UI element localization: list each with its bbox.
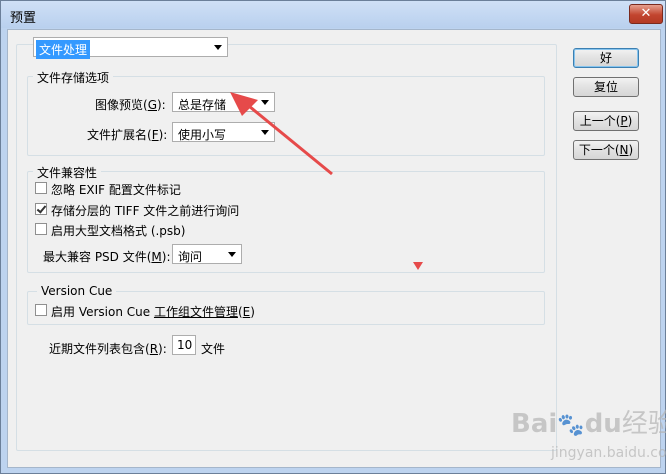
max-psd-label: 最大兼容 PSD 文件(M): [43, 250, 171, 264]
ok-button[interactable]: 好 [573, 48, 639, 68]
file-save-options-label: 文件存储选项 [33, 69, 114, 86]
close-icon: ✕ [640, 6, 652, 21]
annotation-triangle [413, 262, 423, 270]
title-bar[interactable]: 预置 ✕ [1, 1, 665, 28]
reset-button[interactable]: 复位 [573, 77, 639, 97]
ask-tiff-layers-checkbox[interactable] [35, 203, 47, 215]
version-cue-label: Version Cue [37, 284, 117, 298]
file-compatibility-label: 文件兼容性 [33, 164, 102, 181]
preferences-window: 预置 ✕ 文件处理 文件存储选项 图像预览(G): 总是存储 文件扩展名(F):… [0, 0, 666, 474]
baidu-watermark: Bai🐾du经验 jingyan.baidu.com [511, 409, 666, 461]
next-button[interactable]: 下一个(N) [573, 140, 639, 160]
image-preview-label: 图像预览(G): [95, 98, 166, 112]
recent-files-label: 近期文件列表包含(R): [49, 342, 167, 356]
recent-files-unit: 文件 [201, 342, 226, 356]
ask-tiff-layers-label: 存储分层的 TIFF 文件之前进行询问 [51, 204, 240, 218]
ignore-exif-label: 忽略 EXIF 配置文件标记 [51, 183, 181, 197]
ignore-exif-checkbox[interactable] [35, 182, 47, 194]
window-title: 预置 [10, 11, 37, 26]
large-document-checkbox[interactable] [35, 223, 47, 235]
chevron-down-icon [214, 45, 222, 50]
version-cue-checkbox[interactable] [35, 304, 47, 316]
large-document-label: 启用大型文档格式 (.psb) [51, 224, 186, 238]
max-psd-select[interactable]: 询问 [172, 244, 242, 264]
previous-button[interactable]: 上一个(P) [573, 111, 639, 131]
recent-files-input[interactable]: 10 [172, 335, 196, 355]
close-button[interactable]: ✕ [629, 4, 663, 24]
chevron-down-icon [228, 252, 236, 257]
section-select[interactable]: 文件处理 [33, 37, 228, 59]
annotation-arrow [230, 92, 333, 176]
file-extension-label: 文件扩展名(F): [87, 128, 168, 142]
version-cue-checkbox-label: 启用 Version Cue 工作组文件管理(E) [51, 305, 255, 319]
